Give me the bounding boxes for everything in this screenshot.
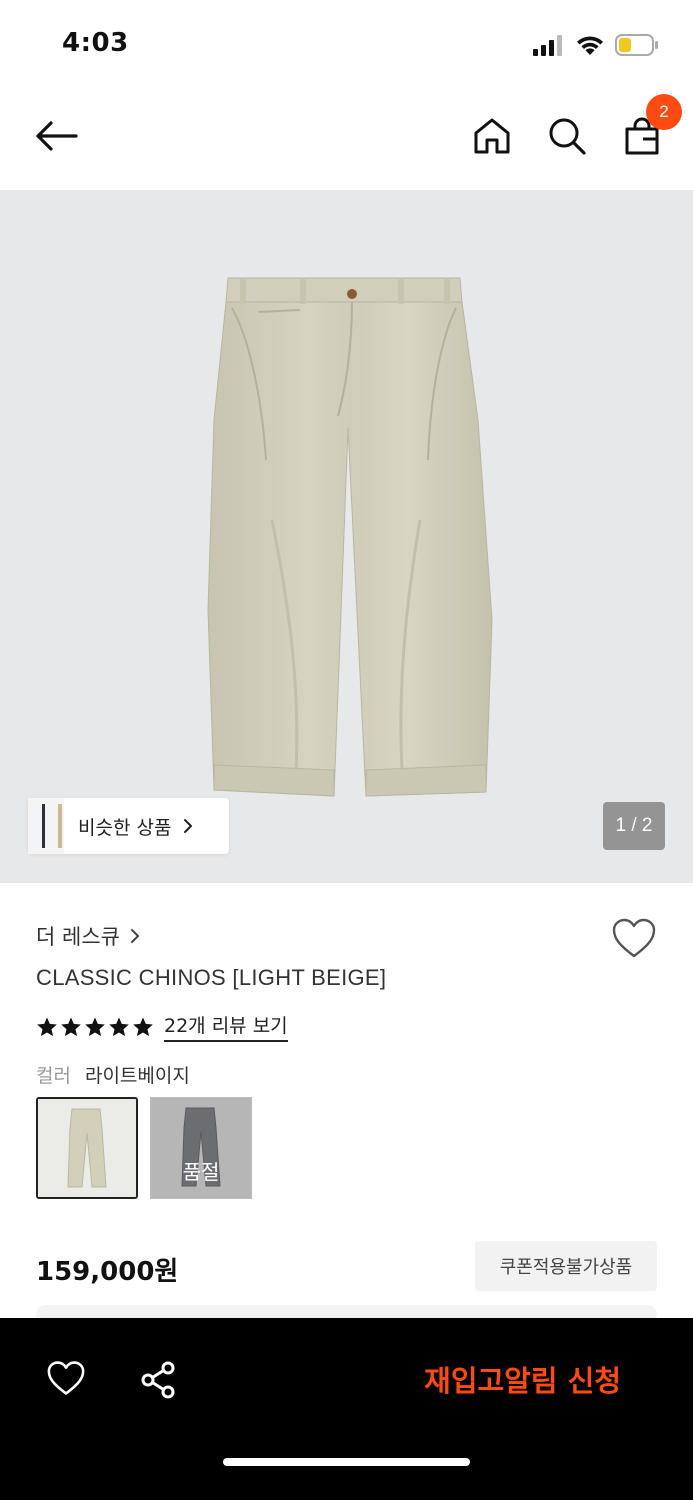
product-image [207,277,493,797]
rating-row: 22개 리뷰 보기 [36,1011,288,1042]
wishlist-button[interactable] [611,917,657,963]
chevron-right-icon [130,929,139,943]
image-page-indicator: 1 / 2 [603,802,665,850]
similar-products-button[interactable]: 비슷한 상품 [28,798,229,854]
home-icon [474,118,510,154]
home-button[interactable] [466,110,518,162]
star-rating [36,1016,154,1038]
status-bar: 4:03 [0,0,693,88]
cart-count-badge: 2 [646,94,682,130]
product-price: 159,000원 [36,1257,179,1287]
soldout-label: 품절 [182,1160,220,1184]
product-title: CLASSIC CHINOS [LIGHT BEIGE] [36,965,387,990]
swatch-image-light-beige [38,1099,136,1197]
coupon-unavailable-badge: 쿠폰적용불가상품 [475,1241,657,1291]
similar-products-label: 비슷한 상품 [78,816,172,839]
similar-product-thumbnail [28,798,64,854]
star-icon [61,1016,81,1036]
app-header: 2 [0,88,693,190]
share-icon [141,1361,175,1399]
wifi-icon [577,36,603,55]
status-time: 4:03 [62,28,129,58]
search-icon [549,118,586,155]
bottom-action-bar: 재입고알림 신청 [0,1318,693,1500]
search-button[interactable] [541,110,593,162]
signal-icon [533,35,562,56]
star-icon [109,1016,129,1036]
back-button[interactable] [30,110,82,162]
star-icon [133,1016,153,1036]
heart-outline-icon [47,1361,85,1395]
reviews-link[interactable]: 22개 리뷰 보기 [164,1011,288,1042]
color-row: 컬러 라이트베이지 [36,1061,190,1088]
color-swatch-charcoal[interactable]: 품절 [150,1097,252,1199]
brand-name: 더 레스큐 [36,925,120,949]
selected-color-value: 라이트베이지 [84,1065,190,1087]
color-label: 컬러 [36,1065,71,1087]
brand-link[interactable]: 더 레스큐 [36,921,142,951]
star-icon [85,1016,105,1036]
cart-button[interactable]: 2 [616,94,682,162]
chevron-right-icon [184,819,193,833]
share-button[interactable] [138,1360,182,1404]
home-indicator [223,1458,470,1466]
back-arrow-icon [36,121,78,151]
heart-outline-icon [612,918,656,958]
product-image-gallery[interactable]: 비슷한 상품 1 / 2 [0,190,693,883]
battery-icon [615,34,658,56]
restock-alert-button[interactable]: 재입고알림 신청 [424,1358,621,1400]
status-icons [533,30,659,60]
color-swatches: 품절 [36,1097,252,1199]
color-swatch-light-beige[interactable] [36,1097,138,1199]
star-icon [37,1016,57,1036]
bottom-like-button[interactable] [46,1360,90,1404]
